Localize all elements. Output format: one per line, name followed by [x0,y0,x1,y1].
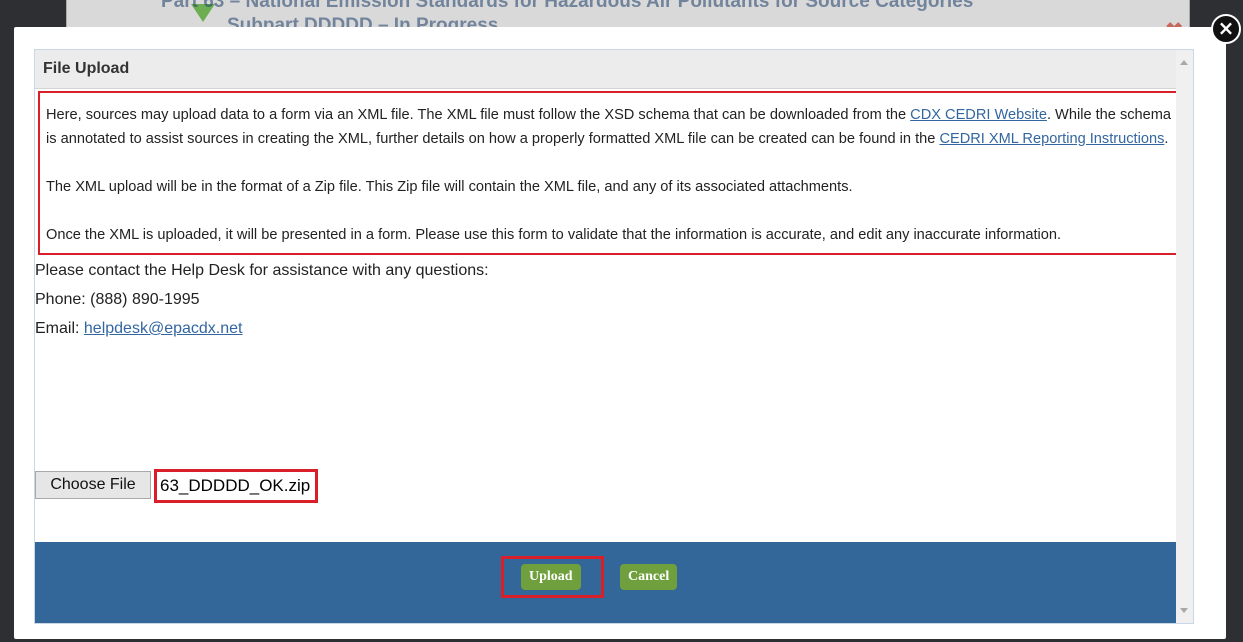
upload-button[interactable]: Upload [521,564,581,590]
choose-file-button[interactable]: Choose File [35,471,151,499]
instructions-paragraph-2: The XML upload will be in the format of … [46,179,853,195]
instructions-text: . [1164,131,1169,147]
selected-file-name: 63_DDDDD_OK.zip [154,469,318,503]
instructions-paragraph-1: Here, sources may upload data to a form … [46,103,1183,151]
contact-info: Please contact the Help Desk for assista… [35,256,1193,343]
email-row: Email: helpdesk@epacdx.net [35,314,1193,343]
instructions-text: Here, sources may upload data to a form … [46,107,911,123]
dialog-footer: Upload Cancel [35,542,1193,623]
file-upload-dialog: File Upload Here, sources may upload dat… [14,27,1226,639]
cancel-button[interactable]: Cancel [620,564,678,590]
close-icon[interactable]: × [1211,14,1241,44]
email-label: Email: [35,320,84,337]
vertical-scrollbar[interactable] [1176,50,1193,623]
instructions-paragraph-3: Once the XML is uploaded, it will be pre… [46,227,1062,243]
email-link[interactable]: helpdesk@epacdx.net [84,320,243,337]
phone-text: Phone: (888) 890-1995 [35,291,200,308]
scroll-down-icon[interactable] [1180,608,1188,613]
help-desk-text: Please contact the Help Desk for assista… [35,262,489,279]
dialog-title: File Upload [35,50,1193,89]
instructions-box: Here, sources may upload data to a form … [38,91,1191,255]
scroll-up-icon[interactable] [1180,60,1188,65]
background-title-line1: Part 63 – National Emission Standards fo… [161,0,974,12]
dialog-content: File Upload Here, sources may upload dat… [34,49,1194,624]
cedri-xml-instructions-link[interactable]: CEDRI XML Reporting Instructions [939,131,1164,147]
cdx-cedri-website-link[interactable]: CDX CEDRI Website [910,107,1047,123]
